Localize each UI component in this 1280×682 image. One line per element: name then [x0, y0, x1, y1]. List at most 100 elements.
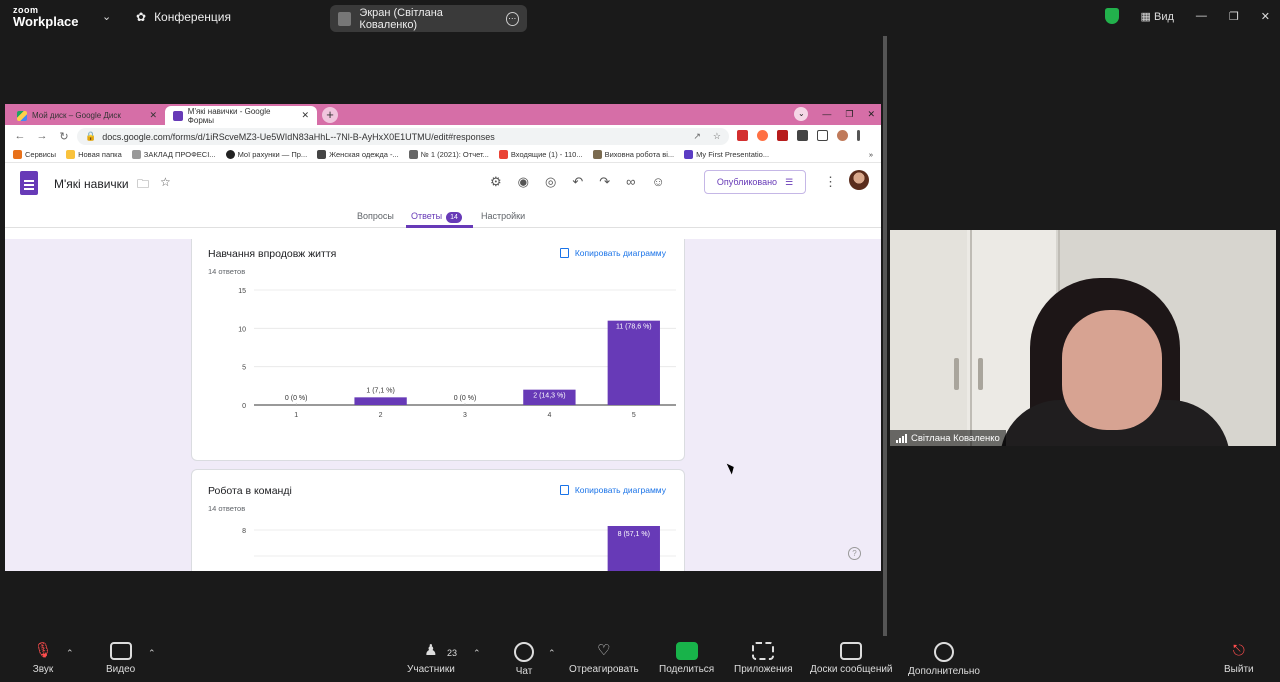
close-tab-icon[interactable]: ✕	[301, 110, 309, 121]
close-icon[interactable]: ✕	[1261, 10, 1270, 23]
close-icon[interactable]: ✕	[867, 109, 875, 120]
participants-count: 23	[447, 648, 458, 658]
bookmark-item[interactable]: My First Presentatio...	[684, 150, 769, 159]
palette-icon[interactable]: ◉	[518, 174, 529, 190]
responses-content[interactable]: Навчання впродовж життя 14 ответов Копир…	[5, 239, 881, 571]
tab-google-forms[interactable]: М'які навички - Google Формы ✕	[165, 106, 317, 125]
copy-chart-button[interactable]: Копировать диаграмму	[559, 248, 666, 258]
bookmark-item[interactable]: Виховна робота ві...	[592, 150, 674, 159]
whiteboards-button[interactable]: Доски сообщений	[810, 642, 893, 675]
minimize-icon[interactable]: —	[1196, 10, 1207, 22]
redo-icon[interactable]: ↷	[599, 174, 610, 190]
tab-questions[interactable]: Вопросы	[357, 211, 394, 221]
window-controls: ⌄ — ❐ ✕	[794, 107, 875, 121]
pdf-extension-icon[interactable]	[737, 130, 748, 141]
link-icon[interactable]: ∞	[626, 174, 635, 190]
top-right-controls: ▦ Вид — ❐ ✕	[1104, 8, 1270, 24]
question-title: Навчання впродовж життя	[208, 248, 337, 260]
star-icon[interactable]: ☆	[160, 175, 171, 189]
apps-grid-icon	[13, 150, 22, 159]
shield-icon[interactable]	[1104, 8, 1119, 24]
participants-button[interactable]: ♟ Участники	[407, 642, 455, 675]
chevron-down-icon[interactable]: ⌄	[102, 10, 111, 23]
more-menu-icon[interactable]: ⋮	[824, 174, 837, 190]
back-icon[interactable]: ←	[13, 130, 27, 142]
data-label: 0 (0 %)	[454, 395, 477, 402]
chat-button[interactable]: Чат	[514, 642, 534, 677]
browser-tabbar: Мой диск – Google Диск ✕ М'які навички -…	[5, 104, 881, 125]
more-bookmarks-icon[interactable]: »	[869, 150, 873, 159]
restore-icon[interactable]: ❐	[845, 109, 853, 120]
form-title[interactable]: М'які навички	[54, 177, 129, 191]
tab-google-drive[interactable]: Мой диск – Google Диск ✕	[9, 106, 165, 125]
x-tick-label: 5	[632, 412, 636, 419]
responses-count-badge: 14	[446, 212, 462, 223]
preview-eye-icon[interactable]: ◎	[545, 174, 556, 190]
screen-share-pill[interactable]: Экран (Світлана Коваленко) ⋯	[330, 5, 527, 32]
view-button[interactable]: ▦ Вид	[1141, 10, 1174, 23]
published-button[interactable]: Опубликовано ☰	[704, 170, 806, 194]
profile-avatar[interactable]	[837, 130, 848, 141]
active-tab-indicator	[406, 225, 473, 228]
copy-chart-button[interactable]: Копировать диаграмму	[559, 485, 666, 495]
restore-icon[interactable]: ❐	[1229, 10, 1239, 23]
undo-icon[interactable]: ↶	[572, 174, 583, 190]
bookmark-item[interactable]: Входящие (1) - 110...	[498, 150, 583, 159]
apps-button[interactable]: Приложения	[734, 642, 793, 675]
minimize-icon[interactable]: —	[822, 109, 831, 119]
cabinet-edge	[970, 230, 972, 446]
bookmark-item[interactable]: Мої рахунки — Пр...	[225, 150, 307, 159]
new-tab-button[interactable]: +	[322, 107, 338, 123]
leave-button[interactable]: ⎋ Выйти	[1224, 642, 1254, 675]
meeting-info-button[interactable]: ✿ Конференция	[136, 10, 231, 24]
close-tab-icon[interactable]: ✕	[149, 110, 157, 121]
bookmark-star-icon[interactable]: ☆	[713, 131, 721, 142]
tab-settings[interactable]: Настройки	[481, 211, 525, 221]
x-tick-label: 4	[547, 412, 551, 419]
sidebar-icon[interactable]	[817, 130, 828, 141]
folder-icon[interactable]: 🗀	[137, 175, 149, 196]
avatar[interactable]	[849, 170, 869, 190]
site-icon	[225, 150, 235, 159]
bookmark-item[interactable]: № 1 (2021): Отчет...	[408, 150, 489, 159]
bookmark-item[interactable]: ЗАКЛАД ПРОФЕСІ...	[131, 150, 216, 159]
addon-icon[interactable]: ⚙	[490, 174, 502, 190]
data-label: 11 (78,6 %)	[616, 324, 652, 331]
add-collaborator-icon[interactable]: ☺	[651, 174, 664, 190]
more-options-icon[interactable]: ⋯	[505, 11, 519, 26]
y-tick-label: 10	[238, 326, 246, 333]
tab-search-icon[interactable]: ⌄	[794, 107, 809, 121]
reload-icon[interactable]: ↻	[57, 130, 71, 143]
audio-button[interactable]: 🎙 Звук	[32, 642, 54, 675]
more-button[interactable]: Дополнительно	[908, 642, 980, 677]
zoom-top-bar: zoom Workplace ⌄ ✿ Конференция Экран (Св…	[0, 0, 1280, 36]
participant-video[interactable]: Світлана Коваленко	[890, 230, 1276, 446]
tab-responses[interactable]: Ответы 14	[411, 211, 462, 223]
puzzle-icon[interactable]	[797, 130, 808, 141]
site-icon	[317, 150, 327, 159]
url-input[interactable]: 🔒 docs.google.com/forms/d/1iRScveMZ3-Ue5…	[77, 128, 729, 145]
google-forms-logo[interactable]	[20, 171, 38, 195]
y-tick-label: 5	[242, 365, 246, 372]
share-icon[interactable]: ↗	[693, 131, 701, 142]
cabinet-handle	[954, 358, 959, 390]
bookmark-item[interactable]: Женская одежда -...	[317, 150, 399, 159]
audio-options-caret[interactable]: ⌃	[66, 648, 74, 659]
video-button[interactable]: Видео	[106, 642, 135, 675]
forward-icon[interactable]: →	[35, 130, 49, 142]
school-icon	[131, 150, 141, 159]
react-button[interactable]: ♡ Отреагировать	[569, 642, 639, 675]
video-options-caret[interactable]: ⌃	[148, 648, 156, 659]
menu-icon[interactable]	[857, 130, 860, 141]
bookmark-item[interactable]: Сервисы	[13, 150, 56, 159]
forms-tabs: Вопросы Ответы 14 Настройки	[5, 204, 881, 228]
calendar-extension-icon[interactable]	[777, 130, 788, 141]
help-icon[interactable]: ?	[848, 547, 861, 560]
fire-extension-icon[interactable]	[757, 130, 768, 141]
bookmark-item[interactable]: Новая папка	[66, 150, 122, 159]
panel-divider[interactable]	[883, 36, 887, 636]
share-screen-button[interactable]: Поделиться	[659, 642, 714, 675]
chat-options-caret[interactable]: ⌃	[548, 648, 556, 659]
bar-chart: 8 8 (57,1 %)	[242, 526, 676, 571]
participants-options-caret[interactable]: ⌃	[473, 648, 481, 659]
